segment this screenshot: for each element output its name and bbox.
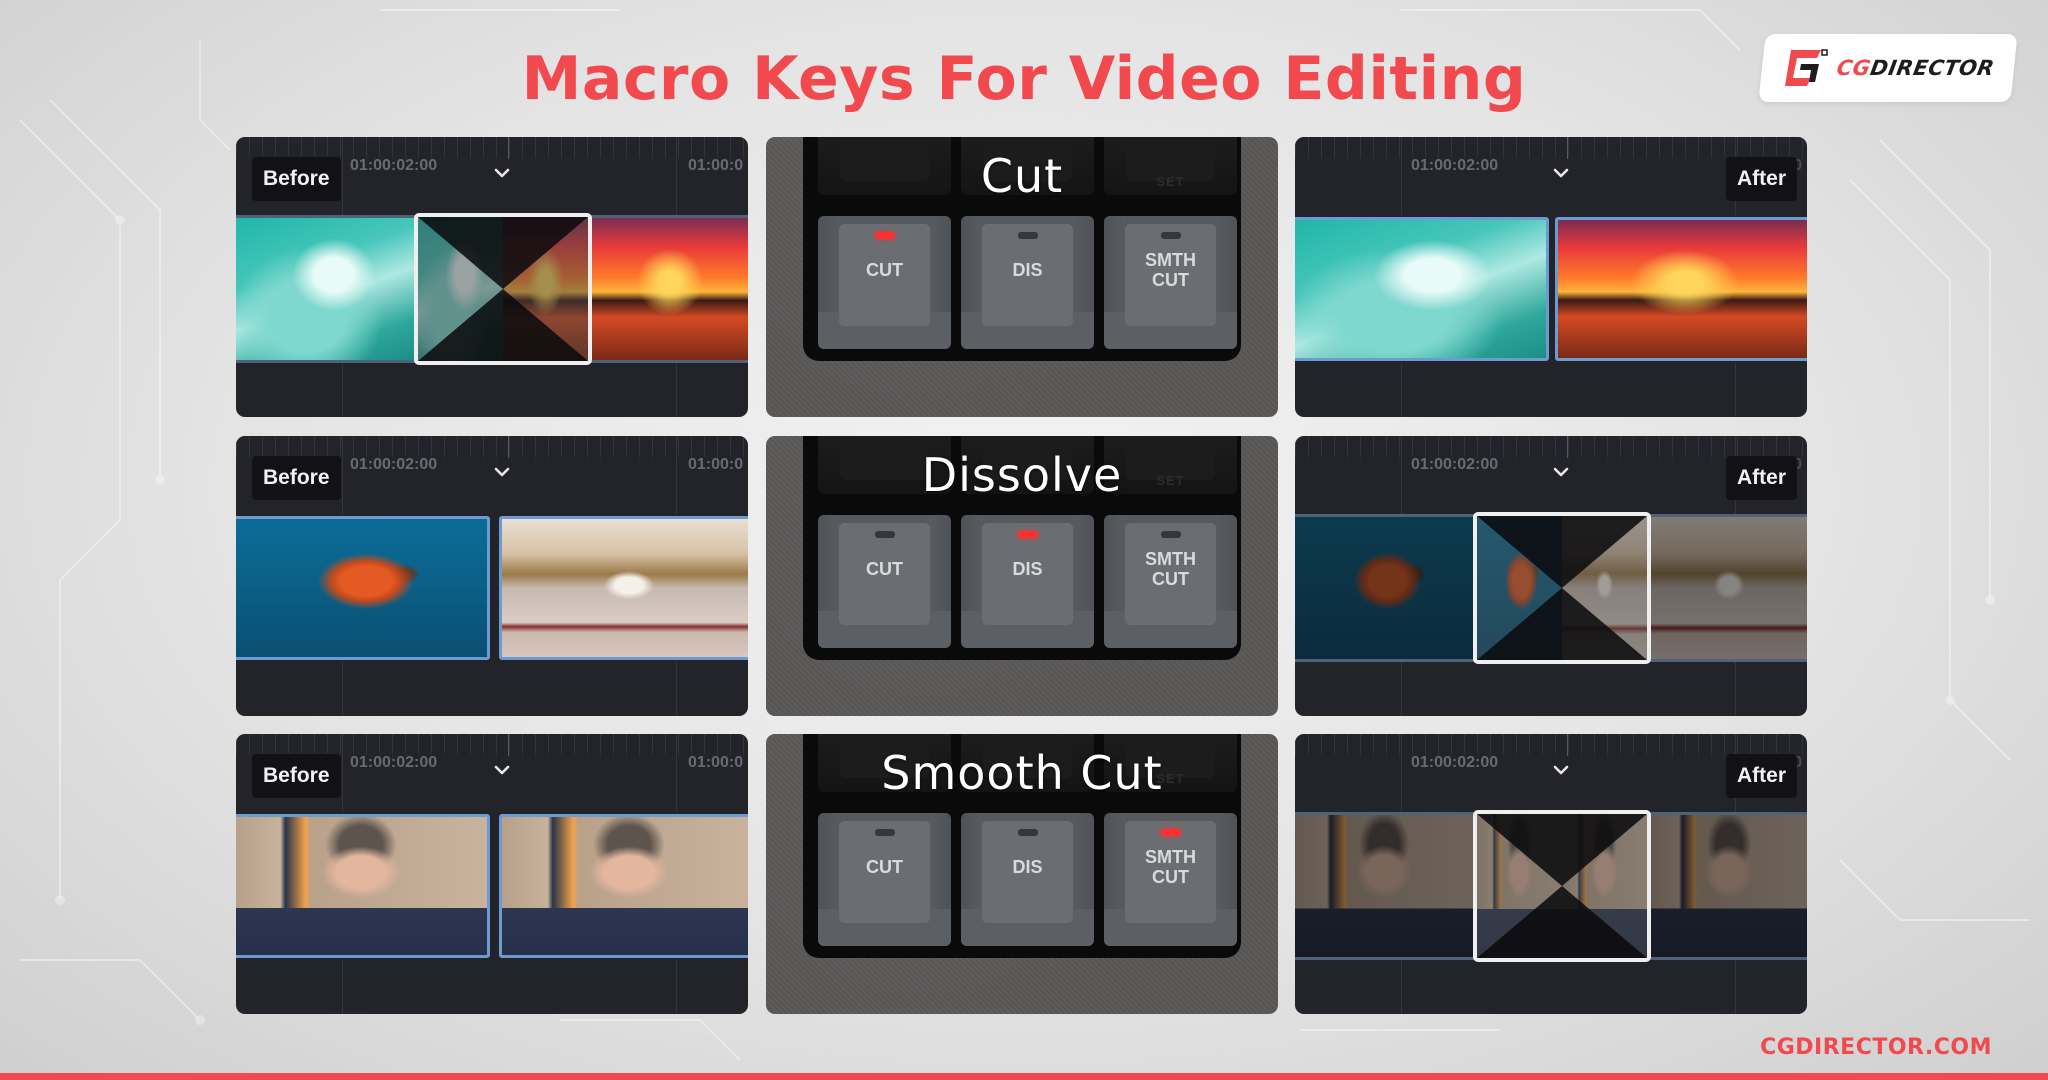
cgdirector-logo-icon — [1785, 49, 1829, 86]
transition-bowtie-icon — [1477, 814, 1647, 958]
transition-bowtie-icon — [418, 217, 588, 361]
clip-a[interactable] — [236, 814, 490, 958]
key-label: SMTH CUT — [1145, 847, 1196, 887]
ruler-major-tick — [1567, 734, 1568, 756]
clip-a[interactable] — [1295, 815, 1473, 957]
transition-marker[interactable] — [1473, 810, 1651, 962]
chevron-down-icon[interactable] — [494, 466, 510, 478]
video-track — [236, 514, 748, 662]
after-timeline-panel: 01:00:02:00 01:00:0 — [1295, 436, 1807, 716]
clip-a[interactable] — [236, 516, 490, 660]
chevron-down-icon[interactable] — [494, 764, 510, 776]
video-track — [1295, 512, 1807, 664]
clip-b[interactable] — [1555, 217, 1807, 361]
key-label: SMTH CUT — [1145, 250, 1196, 290]
keypad-panel: SET CUT DIS SMTH CUT Dissolve — [766, 436, 1278, 716]
timecode-label: 01:00:0 — [688, 157, 744, 174]
clip-a[interactable] — [236, 218, 414, 360]
macro-key-smth-cut[interactable]: SMTH CUT — [1104, 813, 1237, 946]
after-timeline-panel: 01:00:02:00 01:00:0 — [1295, 734, 1807, 1014]
video-track — [1295, 810, 1807, 962]
page-title: Macro Keys For Video Editing — [521, 44, 1527, 114]
transition-bowtie-icon — [1477, 516, 1647, 660]
timecode-label: 01:00:02:00 — [1411, 456, 1499, 473]
macro-key-cut[interactable]: CUT — [818, 813, 951, 946]
clip-a[interactable] — [1295, 217, 1549, 361]
ruler-major-tick — [1567, 137, 1568, 159]
chevron-down-icon[interactable] — [1553, 466, 1569, 478]
before-badge: Before — [252, 754, 341, 798]
led-indicator-off — [1017, 232, 1038, 239]
key-label: DIS — [1012, 857, 1043, 877]
timecode-label: 01:00:02:00 — [350, 157, 438, 174]
before-badge: Before — [252, 157, 341, 201]
before-timeline-panel: 01:00:02:00 01:00:0 Before — [236, 734, 748, 1014]
macro-key-dis[interactable]: DIS — [961, 515, 1094, 648]
led-indicator-off — [1160, 531, 1181, 538]
ruler-major-tick — [1567, 436, 1568, 458]
after-badge: After — [1725, 157, 1797, 201]
cgdirector-logo-text: CGDIRECTOR — [1835, 56, 1997, 80]
key-label: CUT — [866, 559, 903, 579]
keypad-panel: SET CUT DIS SMTH CUT Smooth Cut — [766, 734, 1278, 1014]
led-indicator-off — [1160, 232, 1181, 239]
transition-marker[interactable] — [1473, 512, 1651, 664]
ruler-major-tick — [508, 137, 509, 159]
clip-b[interactable] — [499, 814, 748, 958]
timecode-label: 01:00:02:00 — [1411, 157, 1499, 174]
comparison-grid: 01:00:02:00 01:00:0 Before SET CUT DIS S… — [236, 137, 1807, 1014]
video-track — [236, 812, 748, 960]
after-badge: After — [1725, 754, 1797, 798]
macro-key-smth-cut[interactable]: SMTH CUT — [1104, 515, 1237, 648]
before-timeline-panel: 01:00:02:00 01:00:0 Before — [236, 436, 748, 716]
timecode-label: 01:00:02:00 — [1411, 754, 1499, 771]
video-track — [236, 213, 748, 365]
led-indicator-off — [1017, 829, 1038, 836]
timecode-label: 01:00:02:00 — [350, 754, 438, 771]
key-label: DIS — [1012, 559, 1043, 579]
led-indicator-off — [874, 531, 895, 538]
key-label: CUT — [866, 857, 903, 877]
footer-url[interactable]: CGDIRECTOR.COM — [1760, 1035, 1992, 1060]
clip-b[interactable] — [499, 516, 748, 660]
chevron-down-icon[interactable] — [494, 167, 510, 179]
led-indicator-on — [1160, 829, 1181, 836]
transition-title: Dissolve — [921, 448, 1123, 502]
macro-key-smth-cut[interactable]: SMTH CUT — [1104, 216, 1237, 349]
led-indicator-on — [874, 232, 895, 239]
key-label: SMTH CUT — [1145, 549, 1196, 589]
macro-key-cut[interactable]: CUT — [818, 216, 951, 349]
timecode-label: 01:00:0 — [688, 456, 744, 473]
transition-title: Cut — [980, 149, 1064, 203]
chevron-down-icon[interactable] — [1553, 167, 1569, 179]
transition-title: Smooth Cut — [881, 746, 1163, 800]
before-timeline-panel: 01:00:02:00 01:00:0 Before — [236, 137, 748, 417]
macro-key-cut[interactable]: CUT — [818, 515, 951, 648]
ruler-major-tick — [508, 734, 509, 756]
keypad-panel: SET CUT DIS SMTH CUT Cut — [766, 137, 1278, 417]
footer-accent-bar — [0, 1073, 2048, 1080]
transition-marker[interactable] — [414, 213, 592, 365]
led-indicator-off — [874, 829, 895, 836]
video-track — [1295, 215, 1807, 363]
key-label: DIS — [1012, 260, 1043, 280]
macro-key-dis[interactable]: DIS — [961, 813, 1094, 946]
timecode-label: 01:00:02:00 — [350, 456, 438, 473]
clip-a[interactable] — [1295, 517, 1473, 659]
before-badge: Before — [252, 456, 341, 500]
macro-key-dis[interactable]: DIS — [961, 216, 1094, 349]
after-timeline-panel: 01:00:02:00 01:00:0 After — [1295, 137, 1807, 417]
chevron-down-icon[interactable] — [1553, 764, 1569, 776]
after-badge: After — [1725, 456, 1797, 500]
cgdirector-logo[interactable]: CGDIRECTOR — [1758, 34, 2018, 102]
clip-b[interactable] — [592, 218, 748, 360]
ruler-major-tick — [508, 436, 509, 458]
timecode-label: 01:00:0 — [688, 754, 744, 771]
clip-b[interactable] — [1651, 815, 1807, 957]
key-label: CUT — [866, 260, 903, 280]
clip-b[interactable] — [1651, 517, 1807, 659]
led-indicator-on — [1017, 531, 1038, 538]
